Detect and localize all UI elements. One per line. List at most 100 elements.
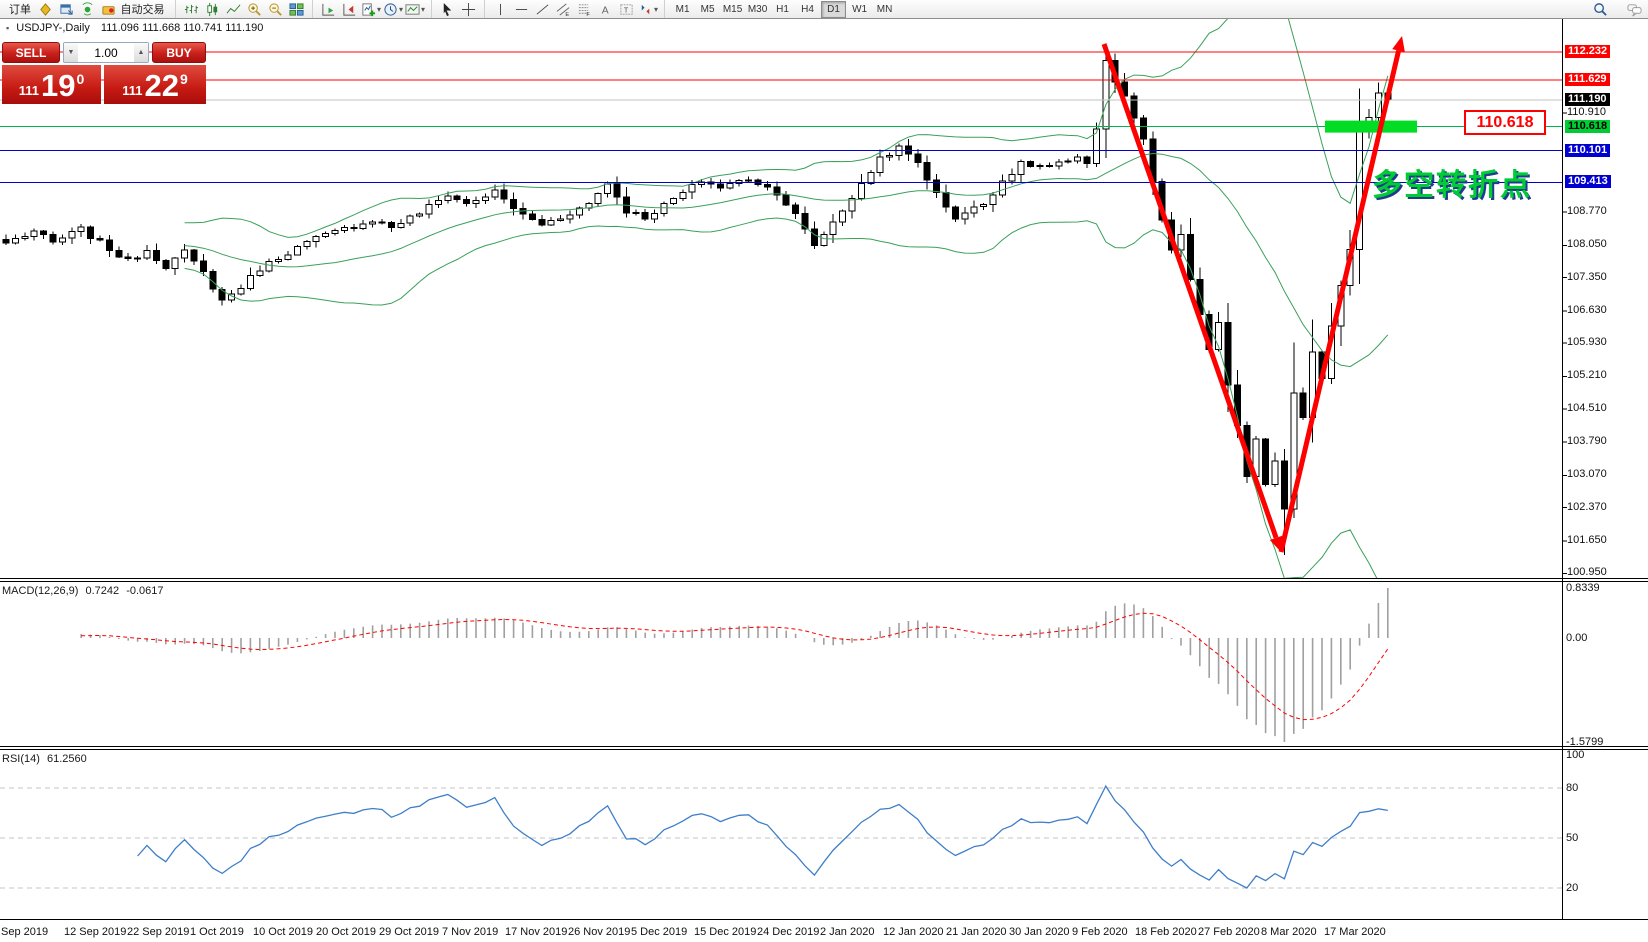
price-level-label: 109.413 — [1565, 175, 1611, 188]
text-icon[interactable]: A — [596, 1, 615, 17]
autotrading-label: 自动交易 — [118, 1, 168, 17]
price-level-label: 112.232 — [1565, 45, 1610, 58]
price-level-label: 111.190 — [1565, 93, 1610, 106]
highlight-icon[interactable] — [36, 1, 55, 17]
equidistant-channel-icon[interactable]: E — [554, 1, 573, 17]
chart-marker-icon: ▪ — [6, 23, 9, 33]
date-label: 12 Sep 2019 — [64, 926, 126, 938]
mt4-window: 订单 自动交易 — [0, 0, 1648, 942]
time-axis[interactable]: Sep 2019 12 Sep 201922 Sep 20191 Oct 2019… — [0, 921, 1648, 942]
date-label: 20 Oct 2019 — [316, 926, 376, 938]
line-chart-icon[interactable] — [224, 1, 243, 17]
date-label: 5 Dec 2019 — [631, 926, 687, 938]
zoom-out-icon[interactable] — [266, 1, 285, 17]
timeframe-button-M30[interactable]: M30 — [746, 2, 769, 17]
bar-chart-icon[interactable] — [182, 1, 201, 17]
sell-button[interactable]: SELL — [2, 42, 60, 63]
search-icon[interactable] — [1591, 1, 1610, 17]
text-label-icon[interactable]: T — [617, 1, 636, 17]
horizontal-line-icon[interactable] — [512, 1, 531, 17]
buy-price-display[interactable]: 111 22 9 — [104, 65, 206, 104]
price-tick-label: 105.930 — [1567, 336, 1607, 348]
new-window-icon[interactable] — [57, 1, 76, 17]
chevron-down-icon: ▾ — [421, 5, 425, 14]
price-level-label: 110.101 — [1565, 144, 1610, 157]
autotrading-button[interactable]: 自动交易 — [99, 1, 169, 17]
fibonacci-icon[interactable]: F — [575, 1, 594, 17]
cursor-icon[interactable] — [438, 1, 457, 17]
timeframe-button-M1[interactable]: M1 — [671, 2, 694, 17]
candlestick-chart-icon[interactable] — [203, 1, 222, 17]
date-label: 29 Oct 2019 — [379, 926, 439, 938]
price-tick-label: 107.350 — [1567, 271, 1607, 283]
svg-text:A: A — [602, 5, 609, 16]
new-order-button[interactable]: 订单 — [6, 1, 34, 17]
rsi-label: RSI(14) 61.2560 — [2, 753, 87, 765]
turning-point-text: 多空转折点 — [1372, 160, 1532, 204]
periods-clock-icon[interactable]: ▾ — [383, 1, 403, 17]
date-label: 2 Jan 2020 — [820, 926, 874, 938]
vertical-line-icon[interactable] — [491, 1, 510, 17]
signal-icon[interactable] — [78, 1, 97, 17]
date-label: 22 Sep 2019 — [127, 926, 189, 938]
timeframe-button-D1[interactable]: D1 — [821, 1, 846, 18]
sell-price-big: 19 — [41, 71, 75, 101]
date-label: 8 Mar 2020 — [1261, 926, 1317, 938]
svg-text:F: F — [586, 12, 590, 17]
date-label: 10 Oct 2019 — [253, 926, 313, 938]
timeframe-button-M5[interactable]: M5 — [696, 2, 719, 17]
chart-shift-icon[interactable] — [340, 1, 359, 17]
symbol-title: USDJPY-,Daily — [16, 22, 90, 34]
rsi-axis-label: 50 — [1566, 832, 1578, 844]
date-label: 15 Dec 2019 — [694, 926, 756, 938]
price-tick-label: 101.650 — [1567, 534, 1607, 546]
tile-windows-icon[interactable] — [287, 1, 306, 17]
price-tick-label: 110.910 — [1567, 106, 1606, 118]
chart-canvas[interactable] — [0, 0, 1648, 942]
price-tick-label: 105.210 — [1567, 369, 1607, 381]
auto-scroll-icon[interactable] — [319, 1, 338, 17]
volume-decrease-button[interactable]: ▼ — [64, 43, 78, 62]
date-label: 26 Nov 2019 — [568, 926, 630, 938]
macd-axis-label: 0.00 — [1566, 632, 1587, 644]
volume-stepper: ▼ ▲ — [63, 42, 149, 63]
trendline-icon[interactable] — [533, 1, 552, 17]
date-label: 1 Oct 2019 — [190, 926, 244, 938]
timeframe-button-H4[interactable]: H4 — [796, 2, 819, 17]
volume-increase-button[interactable]: ▲ — [134, 43, 148, 62]
buy-price-prefix: 111 — [122, 83, 142, 98]
template-icon[interactable]: ▾ — [405, 1, 425, 17]
volume-input[interactable] — [78, 43, 134, 62]
date-label: Sep 2019 — [1, 926, 48, 938]
date-label: 12 Jan 2020 — [883, 926, 944, 938]
price-level-label: 110.618 — [1565, 120, 1610, 133]
crosshair-icon[interactable] — [459, 1, 478, 17]
chat-icon[interactable] — [1625, 1, 1644, 17]
toolbar: 订单 自动交易 — [0, 0, 1648, 19]
date-label: 9 Feb 2020 — [1072, 926, 1128, 938]
svg-text:T: T — [624, 5, 629, 14]
breakout-price-box: 110.618 — [1464, 110, 1546, 135]
price-tick-label: 108.770 — [1567, 205, 1607, 217]
timeframe-button-M15[interactable]: M15 — [721, 2, 744, 17]
timeframe-button-H1[interactable]: H1 — [771, 2, 794, 17]
rsi-axis-label: 100 — [1566, 749, 1584, 761]
sell-price-prefix: 111 — [19, 83, 39, 98]
date-label: 17 Nov 2019 — [505, 926, 567, 938]
date-label: 27 Feb 2020 — [1198, 926, 1260, 938]
zoom-in-icon[interactable] — [245, 1, 264, 17]
chevron-down-icon: ▾ — [377, 5, 381, 14]
symbol-header: ▪ USDJPY-,Daily 111.096 111.668 110.741 … — [6, 22, 263, 34]
macd-axis-label: -1.5799 — [1566, 736, 1603, 748]
add-indicator-icon[interactable]: ▾ — [361, 1, 381, 17]
price-tick-label: 103.070 — [1567, 468, 1607, 480]
date-label: 18 Feb 2020 — [1135, 926, 1197, 938]
timeframe-button-MN[interactable]: MN — [873, 2, 896, 17]
one-click-trading-panel: SELL ▼ ▲ BUY 111 19 0 111 22 9 — [2, 42, 206, 104]
timeframe-button-W1[interactable]: W1 — [848, 2, 871, 17]
price-tick-label: 108.050 — [1567, 238, 1607, 250]
sell-price-display[interactable]: 111 19 0 — [2, 65, 101, 104]
arrows-tool-icon[interactable]: ▾ — [638, 1, 658, 17]
new-order-label: 订单 — [6, 1, 34, 17]
buy-button[interactable]: BUY — [152, 42, 206, 63]
